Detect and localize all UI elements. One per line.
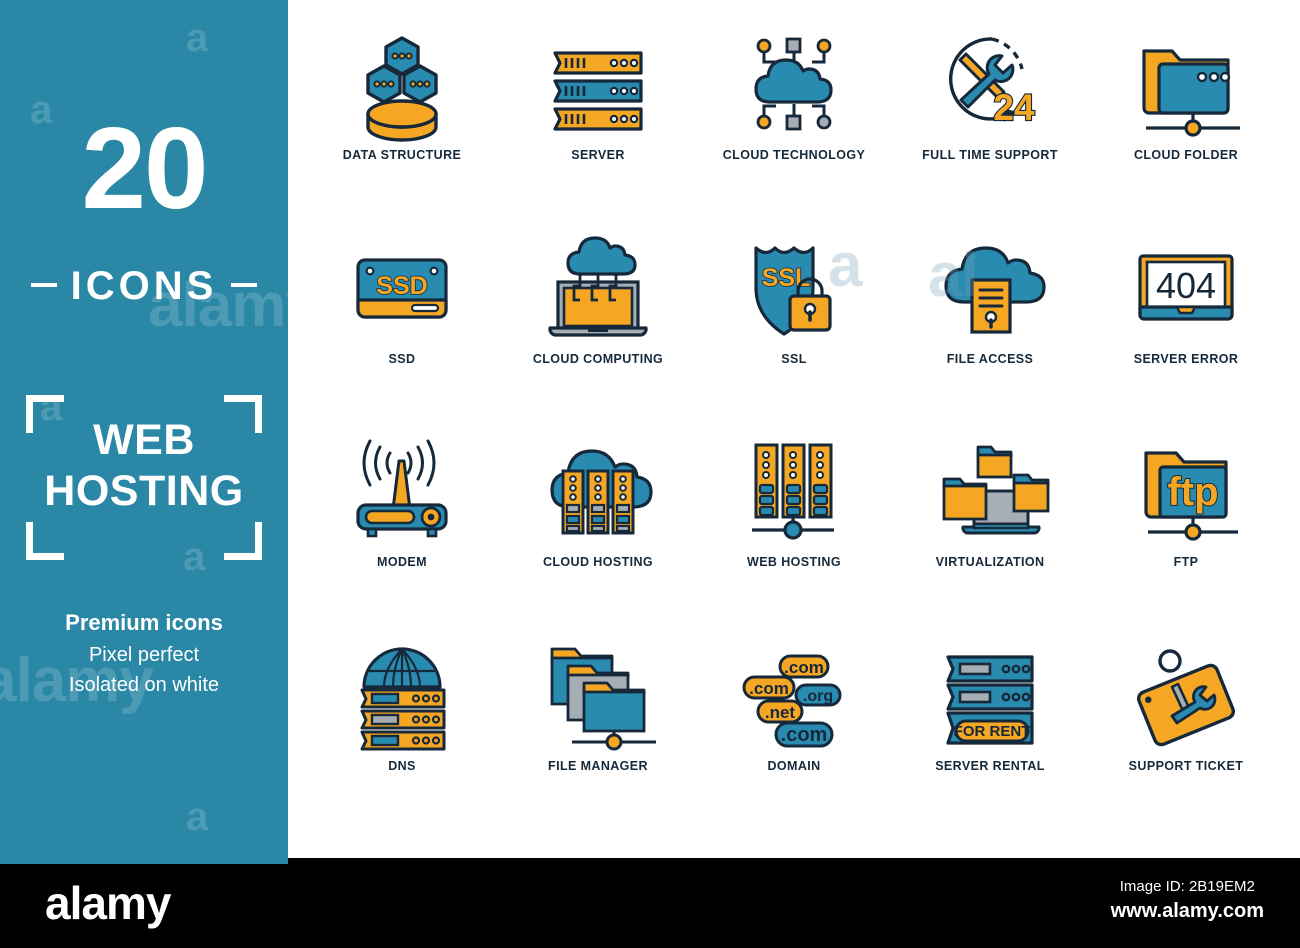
file-access-icon xyxy=(930,228,1050,348)
footer-meta: Image ID: 2B19EM2 www.alamy.com xyxy=(1111,878,1264,923)
icon-cell-full-time-support[interactable]: 24 FULL TIME SUPPORT xyxy=(892,14,1088,218)
data-structure-icon xyxy=(342,24,462,144)
web-hosting-icon xyxy=(734,431,854,551)
icon-cell-file-access[interactable]: FILE ACCESS xyxy=(892,218,1088,422)
icon-cell-cloud-hosting[interactable]: CLOUD HOSTING xyxy=(500,421,696,625)
icon-cell-server-rental[interactable]: FOR RENT SERVER RENTAL xyxy=(892,625,1088,829)
icon-label: SERVER RENTAL xyxy=(935,758,1045,773)
icon-cell-file-manager[interactable]: FILE MANAGER xyxy=(500,625,696,829)
bracket-bottom-right-icon xyxy=(224,522,262,560)
dash-left-icon xyxy=(30,283,57,288)
icon-label: CLOUD TECHNOLOGY xyxy=(722,148,866,162)
dns-icon xyxy=(342,635,462,755)
icons-label-row: ICONS xyxy=(0,264,288,309)
footer-accent-strip xyxy=(0,858,288,864)
dash-right-icon xyxy=(231,283,258,288)
icons-label: ICONS xyxy=(70,264,218,308)
icon-label: DATA STRUCTURE xyxy=(342,148,462,162)
domain-icon: .com .com .org .net .com xyxy=(734,635,854,755)
icon-label: CLOUD COMPUTING xyxy=(532,351,664,366)
badge-ssd: SSD xyxy=(376,272,427,300)
ftp-icon: ftp xyxy=(1126,431,1246,551)
cloud-computing-icon xyxy=(538,228,658,348)
icon-count: 20 xyxy=(81,103,208,233)
watermark-letter: a xyxy=(186,795,209,839)
server-error-icon: 404 xyxy=(1126,228,1246,348)
icon-cell-domain[interactable]: .com .com .org .net .com DOMAIN xyxy=(696,625,892,829)
image-id: Image ID: 2B19EM2 xyxy=(1119,878,1255,895)
icon-label: WEB HOSTING xyxy=(747,555,841,569)
icon-label: FTP xyxy=(1173,555,1199,569)
icon-label: SSL xyxy=(781,351,807,366)
icon-cell-ssd[interactable]: SSD SSD xyxy=(304,218,500,422)
icon-label: SUPPORT TICKET xyxy=(1128,758,1244,773)
badge-ssl: SSL xyxy=(762,264,811,292)
cloud-technology-icon xyxy=(734,24,854,144)
icon-label: VIRTUALIZATION xyxy=(935,555,1045,569)
icon-cell-server[interactable]: SERVER xyxy=(500,14,696,218)
domain-tag-2: .com xyxy=(749,679,789,698)
icon-cell-cloud-computing[interactable]: CLOUD COMPUTING xyxy=(500,218,696,422)
server-icon xyxy=(538,24,658,144)
page-title-line2: HOSTING xyxy=(44,466,244,515)
ssd-icon: SSD xyxy=(342,228,462,348)
icon-label: SSD xyxy=(388,351,416,366)
icon-cell-ftp[interactable]: ftp FTP xyxy=(1088,421,1284,625)
icon-cell-cloud-technology[interactable]: CLOUD TECHNOLOGY xyxy=(696,14,892,218)
watermark-letter: a xyxy=(186,16,209,60)
file-manager-icon xyxy=(538,635,658,755)
ssl-icon: SSL xyxy=(734,228,854,348)
icon-cell-data-structure[interactable]: DATA STRUCTURE xyxy=(304,14,500,218)
icon-cell-ssl[interactable]: SSL SSL xyxy=(696,218,892,422)
cloud-hosting-icon xyxy=(538,431,658,551)
icon-label: FILE MANAGER xyxy=(548,758,648,773)
icon-cell-virtualization[interactable]: VIRTUALIZATION xyxy=(892,421,1088,625)
icon-cell-web-hosting[interactable]: WEB HOSTING xyxy=(696,421,892,625)
icon-label: CLOUD HOSTING xyxy=(542,555,654,569)
badge-for-rent: FOR RENT xyxy=(954,723,1031,740)
site-url: www.alamy.com xyxy=(1110,900,1264,922)
domain-tag-3: .org xyxy=(803,688,833,705)
tagline-line-3: Isolated on white xyxy=(68,674,220,696)
server-rental-icon: FOR RENT xyxy=(930,635,1050,755)
icon-label: DNS xyxy=(388,758,416,773)
badge-404: 404 xyxy=(1156,265,1216,306)
page-title: WEB HOSTING xyxy=(26,415,262,516)
bracket-bottom-left-icon xyxy=(26,522,64,560)
domain-tag-4: .net xyxy=(765,703,796,722)
icon-cell-dns[interactable]: DNS xyxy=(304,625,500,829)
alamy-logo: alamy xyxy=(45,877,171,929)
tagline-line-2: Pixel perfect xyxy=(88,644,200,666)
icon-cell-modem[interactable]: MODEM xyxy=(304,421,500,625)
icon-cell-support-ticket[interactable]: SUPPORT TICKET xyxy=(1088,625,1284,829)
poster-canvas: a a alamy a a alamy a 20 ICONS WEB HOSTI… xyxy=(0,0,1300,948)
icon-label: FULL TIME SUPPORT xyxy=(922,148,1058,162)
sidebar-panel: a a alamy a a alamy a 20 ICONS WEB HOSTI… xyxy=(0,0,288,858)
badge-24: 24 xyxy=(993,87,1035,128)
icon-cell-server-error[interactable]: 404 SERVER ERROR xyxy=(1088,218,1284,422)
icon-cell-cloud-folder[interactable]: CLOUD FOLDER xyxy=(1088,14,1284,218)
modem-icon xyxy=(342,431,462,551)
cloud-folder-icon xyxy=(1126,24,1246,144)
icon-label: CLOUD FOLDER xyxy=(1133,148,1239,162)
virtualization-icon xyxy=(930,431,1050,551)
domain-tag-1: .com xyxy=(784,658,824,677)
domain-tag-5: .com xyxy=(781,724,828,746)
title-bracket-frame: WEB HOSTING xyxy=(26,395,262,560)
icon-grid: DATA STRUCTURE SERVER CLOUD TECHNOLOGY 2… xyxy=(288,0,1300,858)
tagline-line-1: Premium icons xyxy=(65,610,223,635)
support-ticket-icon xyxy=(1126,635,1246,755)
icon-label: MODEM xyxy=(377,555,427,569)
tagline-block: Premium icons Pixel perfect Isolated on … xyxy=(0,610,288,697)
icon-label: FILE ACCESS xyxy=(946,351,1034,366)
footer-bar: alamy Image ID: 2B19EM2 www.alamy.com xyxy=(0,858,1300,948)
full-time-support-icon: 24 xyxy=(930,24,1050,144)
icon-label: SERVER ERROR xyxy=(1133,351,1239,366)
badge-ftp: ftp xyxy=(1167,470,1218,514)
icon-label: DOMAIN xyxy=(767,758,821,773)
icon-label: SERVER xyxy=(571,148,625,162)
page-title-line1: WEB xyxy=(93,416,195,464)
